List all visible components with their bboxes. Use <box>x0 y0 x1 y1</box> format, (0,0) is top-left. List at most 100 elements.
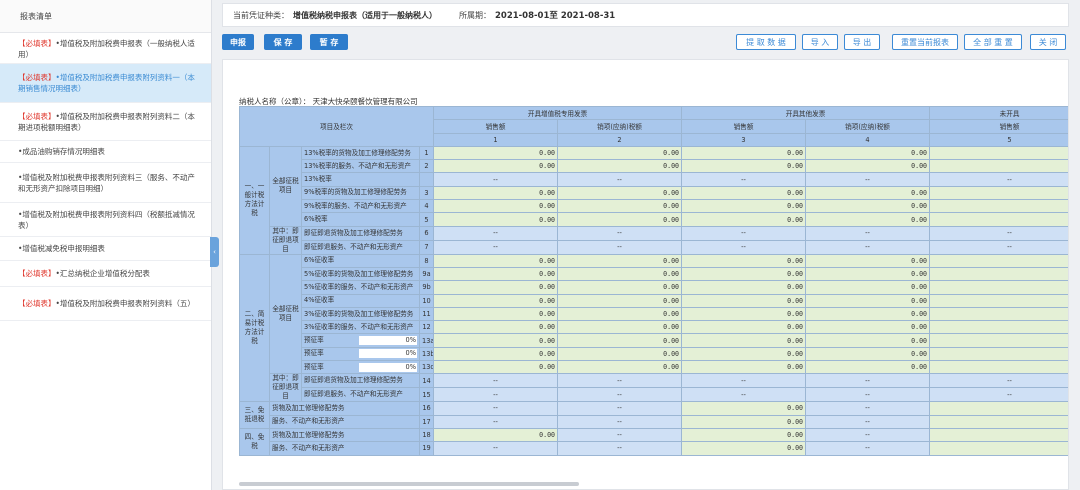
amount-input[interactable]: 0.00 <box>433 159 559 174</box>
amount-input[interactable]: 0.00 <box>681 159 807 174</box>
amount-input[interactable]: 0.00 <box>557 346 683 362</box>
amount-input[interactable]: 0.00 <box>805 320 931 335</box>
close-button[interactable]: 关 闭 <box>1030 34 1066 50</box>
amount-input[interactable]: 0.00 <box>681 293 807 308</box>
amount-input[interactable]: 0.00 <box>681 333 807 348</box>
amount-input[interactable]: 0.00 <box>805 199 931 214</box>
amount-input[interactable]: 0.00 <box>805 145 931 161</box>
amount-input[interactable]: 0.00 <box>929 253 1068 268</box>
amount-input[interactable]: 0.00 <box>557 185 683 201</box>
amount-input[interactable]: 0.00 <box>557 293 683 308</box>
amount-input[interactable]: 0.00 <box>681 145 807 161</box>
amount-input[interactable]: 0.00 <box>929 266 1068 282</box>
import-button[interactable]: 导 入 <box>802 34 838 50</box>
amount-input[interactable]: 0.00 <box>557 145 683 161</box>
temp-save-button[interactable]: 暂 存 <box>310 34 348 50</box>
amount-input[interactable]: 0.00 <box>433 320 559 335</box>
sidebar-item[interactable]: •增值税减免税申报明细表 <box>0 237 211 261</box>
amount-input[interactable]: 0.00 <box>929 212 1068 227</box>
amount-input[interactable]: 0.00 <box>557 360 683 375</box>
amount-input[interactable]: 0.00 <box>805 306 931 322</box>
amount-input[interactable]: 0.00 <box>557 266 683 282</box>
amount-input[interactable]: 0.00 <box>929 320 1068 335</box>
amount-input[interactable]: 0.00 <box>929 159 1068 174</box>
amount-input[interactable]: 0.00 <box>929 401 1068 416</box>
amount-input[interactable]: 0.00 <box>929 145 1068 161</box>
sidebar-item[interactable]: 【必填表】•增值税及附加税费申报表附列资料（五） <box>0 287 211 321</box>
amount-input[interactable]: 0.00 <box>433 346 559 362</box>
declare-button[interactable]: 申报 <box>222 34 254 50</box>
amount-input[interactable]: 0.00 <box>681 306 807 322</box>
amount-input[interactable]: 0.00 <box>681 320 807 335</box>
amount-input[interactable]: 0.00 <box>929 346 1068 362</box>
amount-input[interactable]: 0.00 <box>805 293 931 308</box>
amount-input[interactable]: 0.00 <box>433 280 559 295</box>
sidebar-item[interactable]: 【必填表】•增值税及附加税费申报表附列资料二（本期进项税额明细表） <box>0 103 211 141</box>
amount-input[interactable]: 0.00 <box>681 346 807 362</box>
amount-input[interactable]: 0.00 <box>681 441 807 456</box>
amount-input[interactable]: 0.00 <box>805 346 931 362</box>
horizontal-scrollbar[interactable] <box>239 482 579 486</box>
reset-current-report-button[interactable]: 重置当前报表 <box>892 34 958 50</box>
reset-all-button[interactable]: 全 部 重 置 <box>964 34 1022 50</box>
amount-input[interactable]: 0.00 <box>681 280 807 295</box>
sidebar-item[interactable]: 【必填表】•增值税及附加税费申报表附列资料一（本期销售情况明细表） <box>0 64 211 103</box>
amount-input[interactable]: 0.00 <box>681 253 807 268</box>
amount-input[interactable]: 0.00 <box>805 253 931 268</box>
amount-input[interactable]: 0.00 <box>929 199 1068 214</box>
fetch-data-button[interactable]: 提 取 数 据 <box>736 34 796 50</box>
amount-input[interactable]: 0.00 <box>929 441 1068 456</box>
amount-input[interactable]: 0.00 <box>681 414 807 429</box>
amount-input[interactable]: 0.00 <box>681 427 807 443</box>
amount-input[interactable]: 0.00 <box>805 159 931 174</box>
amount-input[interactable]: 0.00 <box>681 212 807 227</box>
sidebar-item[interactable]: •增值税及附加税费申报表附列资料四（税额抵减情况表） <box>0 203 211 237</box>
amount-input[interactable]: 0.00 <box>929 306 1068 322</box>
amount-input[interactable]: 0.00 <box>557 333 683 348</box>
amount-input[interactable]: 0.00 <box>805 360 931 375</box>
amount-input[interactable]: 0.00 <box>433 145 559 161</box>
amount-input[interactable]: 0.00 <box>433 253 559 268</box>
sidebar-item[interactable]: 【必填表】•汇总纳税企业增值税分配表 <box>0 261 211 287</box>
amount-input[interactable]: 0.00 <box>929 360 1068 375</box>
amount-input[interactable]: 0.00 <box>433 333 559 348</box>
amount-input[interactable]: 0.00 <box>557 306 683 322</box>
amount-input[interactable]: 0.00 <box>929 333 1068 348</box>
amount-input[interactable]: 0.00 <box>681 199 807 214</box>
amount-input[interactable]: 0.00 <box>805 333 931 348</box>
amount-input[interactable]: 0.00 <box>433 266 559 282</box>
amount-input[interactable]: 0.00 <box>433 185 559 201</box>
amount-input[interactable]: 0.00 <box>805 212 931 227</box>
amount-input[interactable]: 0.00 <box>557 320 683 335</box>
amount-input[interactable]: 0.00 <box>805 280 931 295</box>
amount-input[interactable]: 0.00 <box>557 212 683 227</box>
amount-input[interactable]: 0.00 <box>433 212 559 227</box>
sidebar-item[interactable]: •增值税及附加税费申报表附列资料三（服务、不动产和无形资产扣除项目明细） <box>0 163 211 203</box>
prepay-rate-input[interactable]: 0% <box>359 349 417 359</box>
amount-input[interactable]: 0.00 <box>929 293 1068 308</box>
amount-input[interactable]: 0.00 <box>681 185 807 201</box>
amount-input[interactable]: 0.00 <box>805 266 931 282</box>
amount-input[interactable]: 0.00 <box>929 280 1068 295</box>
sidebar-item[interactable]: •成品油购销存情况明细表 <box>0 141 211 163</box>
amount-input[interactable]: 0.00 <box>433 306 559 322</box>
amount-input[interactable]: 0.00 <box>557 199 683 214</box>
amount-input[interactable]: 0.00 <box>433 199 559 214</box>
prepay-rate-input[interactable]: 0% <box>359 362 417 372</box>
amount-input[interactable]: 0.00 <box>681 266 807 282</box>
amount-input[interactable]: 0.00 <box>929 185 1068 201</box>
amount-input[interactable]: 0.00 <box>557 280 683 295</box>
amount-input[interactable]: 0.00 <box>929 427 1068 443</box>
amount-input[interactable]: 0.00 <box>557 159 683 174</box>
export-button[interactable]: 导 出 <box>844 34 880 50</box>
amount-input[interactable]: 0.00 <box>433 427 559 443</box>
prepay-rate-input[interactable]: 0% <box>359 336 417 346</box>
amount-input[interactable]: 0.00 <box>557 253 683 268</box>
amount-input[interactable]: 0.00 <box>681 360 807 375</box>
amount-input[interactable]: 0.00 <box>433 360 559 375</box>
save-button[interactable]: 保 存 <box>264 34 302 50</box>
amount-input[interactable]: 0.00 <box>681 401 807 416</box>
amount-input[interactable]: 0.00 <box>929 414 1068 429</box>
collapse-sidebar-icon[interactable]: ‹ <box>210 237 219 267</box>
amount-input[interactable]: 0.00 <box>805 185 931 201</box>
